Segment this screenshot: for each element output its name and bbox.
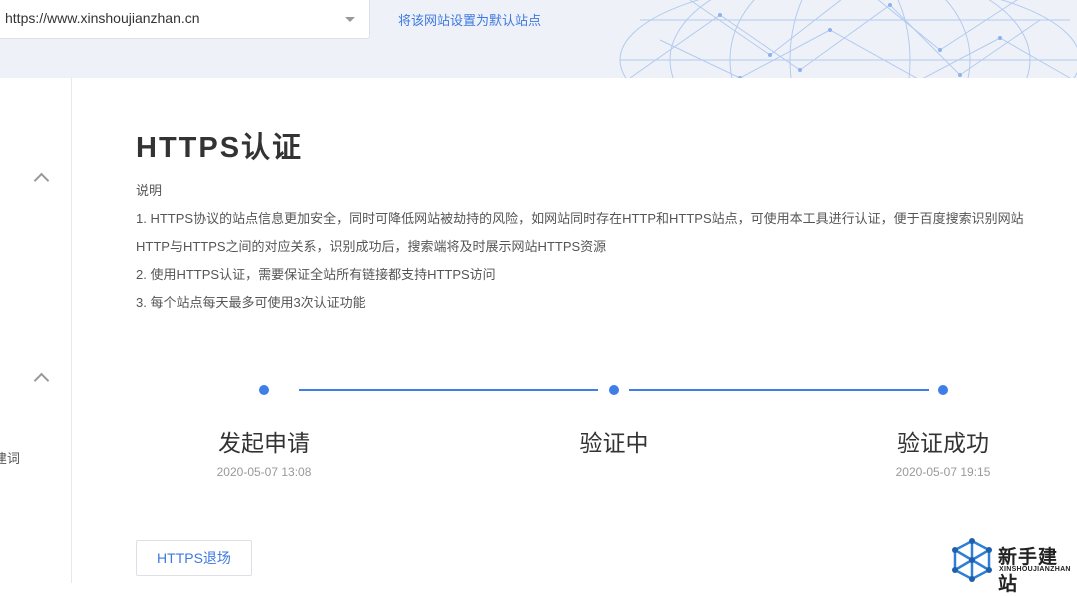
top-banner: https://www.xinshoujianzhan.cn 将该网站设置为默认… xyxy=(0,0,1077,78)
step-time-submit: 2020-05-07 13:08 xyxy=(216,465,312,479)
watermark-subtext: XINSHOUJIANZHAN xyxy=(999,566,1071,573)
step-time-success: 2020-05-07 19:15 xyxy=(895,465,991,479)
site-url-value: https://www.xinshoujianzhan.cn xyxy=(5,10,200,26)
step-name-success: 验证成功 xyxy=(897,430,989,456)
sidebar: 建词 xyxy=(0,78,72,583)
site-selector[interactable]: https://www.xinshoujianzhan.cn xyxy=(0,0,370,39)
page-title: HTTPS认证 xyxy=(136,132,304,164)
description-line: 2. 使用HTTPS认证，需要保证全站所有链接都支持HTTPS访问 xyxy=(136,267,496,282)
description-line: HTTP与HTTPS之间的对应关系，识别成功后，搜索端将及时展示网站HTTPS资… xyxy=(136,239,607,254)
chevron-up-icon[interactable] xyxy=(33,172,50,189)
https-exit-button[interactable]: HTTPS退场 xyxy=(136,540,252,576)
watermark-logo: 新手建站 XINSHOUJIANZHAN xyxy=(950,536,1077,595)
description-line: 1. HTTPS协议的站点信息更加安全，同时可降低网站被劫持的风险，如网站同时存… xyxy=(136,211,1024,226)
dropdown-caret-icon[interactable] xyxy=(345,17,355,22)
site-logo-icon xyxy=(952,538,992,582)
sidebar-item-label[interactable]: 建词 xyxy=(0,448,20,467)
description-heading: 说明 xyxy=(136,183,163,198)
description-block: 说明 1. HTTPS协议的站点信息更加安全，同时可降低网站被劫持的风险，如网站… xyxy=(136,182,1077,322)
chevron-up-icon[interactable] xyxy=(33,372,50,389)
description-line: 3. 每个站点每天最多可使用3次认证功能 xyxy=(136,295,366,310)
step-name-submit: 发起申请 xyxy=(218,430,310,456)
step-connector xyxy=(299,389,598,391)
step-dot xyxy=(609,385,619,395)
step-name-verifying: 验证中 xyxy=(579,430,649,456)
step-connector xyxy=(629,389,929,391)
step-dot xyxy=(938,385,948,395)
step-dot xyxy=(259,385,269,395)
set-default-site-link[interactable]: 将该网站设置为默认站点 xyxy=(398,10,541,29)
globe-network-decoration xyxy=(619,0,1077,78)
